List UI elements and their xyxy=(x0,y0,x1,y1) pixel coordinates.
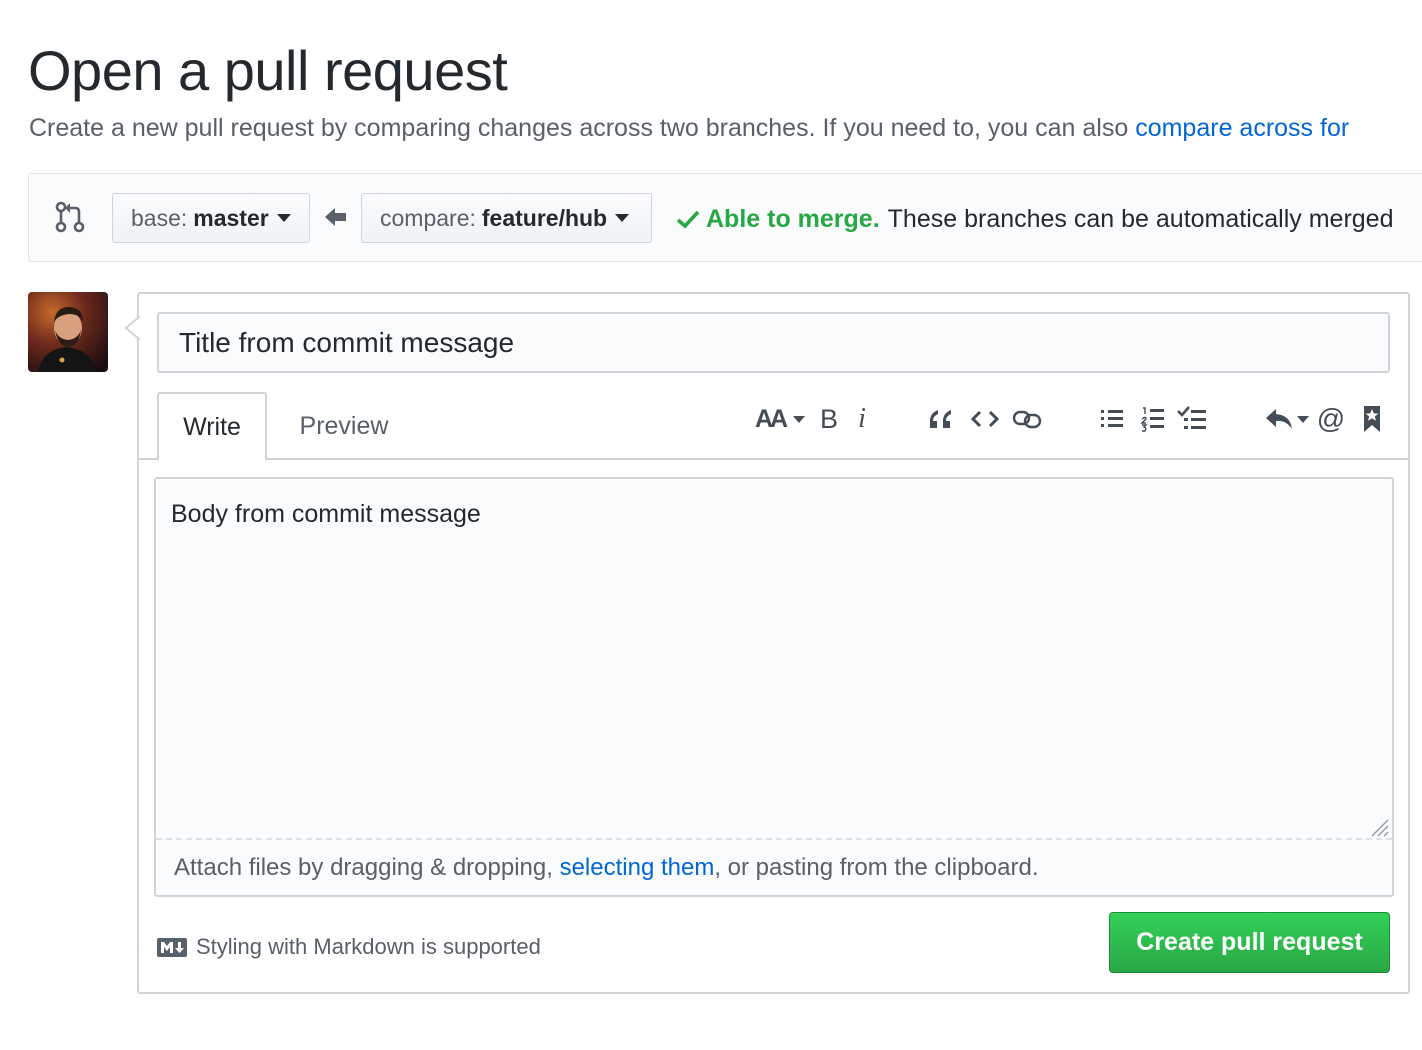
markdown-hint: Styling with Markdown is supported xyxy=(196,934,541,959)
task-list-button[interactable] xyxy=(1174,398,1210,440)
avatar-image xyxy=(28,292,108,372)
quote-icon xyxy=(930,410,951,428)
pr-body-text: Body from commit message xyxy=(171,500,481,528)
reply-icon xyxy=(1265,409,1292,429)
bold-button[interactable]: B xyxy=(814,398,844,440)
compare-branch-name: feature/hub xyxy=(481,204,608,231)
tabs-divider xyxy=(139,458,1408,460)
text-size-button[interactable]: AA xyxy=(754,398,806,440)
file-attachment-hint: Attach files by dragging & dropping, sel… xyxy=(174,852,1039,884)
subtitle-text: Create a new pull request by comparing c… xyxy=(29,114,1136,142)
link-icon xyxy=(1012,410,1042,429)
task-list-icon xyxy=(1177,406,1206,429)
text-size-icon: AA xyxy=(754,404,788,433)
arrow-left-icon xyxy=(325,208,346,226)
code-icon xyxy=(971,410,999,428)
merge-status-label: Able to merge. xyxy=(706,205,880,233)
page-subtitle: Create a new pull request by comparing c… xyxy=(29,112,1349,144)
pr-title-input[interactable]: Title from commit message xyxy=(157,312,1390,373)
code-button[interactable] xyxy=(968,398,1002,440)
chevron-down-icon xyxy=(615,214,630,222)
bullet-list-button[interactable] xyxy=(1096,398,1128,440)
chevron-down-icon xyxy=(1296,415,1309,423)
chevron-down-icon xyxy=(276,214,291,222)
compare-branch-select[interactable]: compare: feature/hub xyxy=(361,193,652,243)
drag-drop-divider xyxy=(156,838,1392,840)
base-branch-name: master xyxy=(193,204,269,231)
merge-status: Able to merge. These branches can be aut… xyxy=(676,202,1394,236)
bold-icon: B xyxy=(819,403,838,434)
tab-preview[interactable]: Preview xyxy=(280,392,408,460)
italic-button[interactable]: i xyxy=(850,398,874,440)
attach-prefix: Attach files by dragging & dropping, xyxy=(174,854,560,881)
markdown-icon[interactable] xyxy=(157,938,187,957)
italic-icon: i xyxy=(858,403,866,434)
attach-suffix: , or pasting from the clipboard. xyxy=(714,854,1039,881)
bullet-list-icon xyxy=(1101,410,1123,427)
mention-icon: @ xyxy=(1316,403,1346,434)
compare-across-forks-link[interactable]: compare across for xyxy=(1135,114,1349,142)
chevron-down-icon xyxy=(793,415,806,423)
bookmark-icon xyxy=(1364,406,1380,432)
quote-button[interactable] xyxy=(924,398,956,440)
resize-handle-icon[interactable] xyxy=(1366,814,1390,838)
numbered-list-icon xyxy=(1140,407,1164,432)
select-files-link[interactable]: selecting them xyxy=(560,854,715,881)
pr-body-textarea[interactable] xyxy=(154,477,1394,897)
tab-write[interactable]: Write xyxy=(157,392,267,460)
numbered-list-button[interactable] xyxy=(1137,398,1169,440)
merge-status-message: These branches can be automatically merg… xyxy=(887,205,1394,233)
page-title: Open a pull request xyxy=(28,39,508,102)
check-icon xyxy=(676,210,700,229)
reference-button[interactable] xyxy=(1358,398,1386,440)
git-pull-request-icon xyxy=(55,201,85,233)
avatar[interactable] xyxy=(28,292,108,372)
saved-replies-button[interactable] xyxy=(1262,398,1310,440)
create-pull-request-button[interactable]: Create pull request xyxy=(1109,912,1390,973)
base-branch-select[interactable]: base: master xyxy=(112,193,310,243)
compare-label: compare: xyxy=(380,204,476,231)
link-button[interactable] xyxy=(1010,398,1044,440)
mention-button[interactable]: @ xyxy=(1316,398,1346,440)
base-label: base: xyxy=(131,204,188,231)
comment-pointer xyxy=(124,316,140,340)
